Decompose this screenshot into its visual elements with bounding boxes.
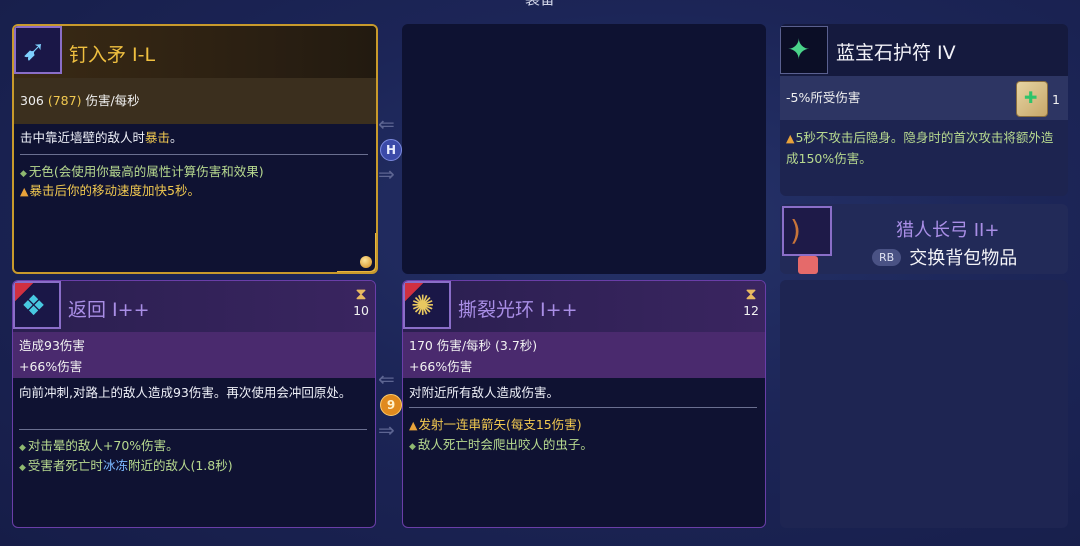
dps-unit: 伤害/每秒 (85, 93, 140, 108)
amulet-title: 蓝宝石护符 IV (836, 42, 956, 64)
swap-action[interactable]: RB 交换背包物品 (872, 244, 1017, 270)
hourglass-icon: ⧗ (355, 284, 367, 303)
swap-skills-badge[interactable]: 9 (380, 394, 402, 416)
skill-title: 撕裂光环 I++ (458, 299, 578, 321)
aura-skill-icon: ✺ (403, 281, 451, 329)
effect-line: ▲暴击后你的移动速度加快5秒。 (20, 181, 370, 201)
empty-slot-panel (780, 280, 1068, 528)
swap-item-card[interactable]: ) 猎人长弓 II+ RB 交换背包物品 (780, 204, 1068, 274)
desc-suffix: 。 (170, 130, 183, 145)
star-bullet-icon: ▲ (786, 132, 795, 145)
arrow-right-icon: ⇒ (378, 418, 395, 442)
divider (20, 154, 368, 155)
green-bullet-icon: ◆ (409, 442, 416, 452)
cooldown: ⧗ 10 (353, 284, 369, 319)
skill-title: 返回 I++ (68, 299, 150, 321)
desc-prefix: 击中靠近墙壁的敌人时 (20, 130, 146, 145)
return-skill-icon: ❖ (13, 281, 61, 329)
effect-text: 敌人死亡时会爬出咬人的虫子。 (417, 437, 593, 452)
effect-text: 发射一连串箭矢(每支15伤害) (418, 417, 582, 432)
divider (19, 429, 367, 430)
green-bullet-icon: ◆ (19, 463, 26, 473)
weapon-description: 击中靠近墙壁的敌人时暴击。 (20, 128, 368, 147)
arrow-left-icon: ⇐ (378, 367, 395, 391)
amulet-card[interactable]: ✦ 蓝宝石护符 IV -5%所受伤害 1 ▲5秒不攻击后隐身。隐身时的首次攻击将… (780, 24, 1068, 196)
scroll-count: 1 (1052, 92, 1060, 107)
desc-keyword: 暴击 (145, 130, 171, 145)
cooldown: ⧗ 12 (743, 284, 759, 319)
effect-keyword: 冰冻 (102, 458, 128, 473)
skill-stats: 170 伤害/每秒 (3.7秒) +66%伤害 (403, 332, 765, 378)
cooldown-value: 10 (353, 303, 369, 318)
dps-value: 306 (20, 93, 44, 108)
backpack-tag-icon (798, 256, 818, 274)
divider (409, 407, 757, 408)
scroll-icon (1016, 81, 1048, 117)
effect-text: 后你的移动速度加快5秒。 (54, 183, 200, 198)
effect-line: ◆ 敌人死亡时会爬出咬人的虫子。 (409, 435, 759, 457)
rb-button-icon: RB (872, 249, 902, 266)
skill-description: 对附近所有敌人造成伤害。 (409, 385, 560, 400)
skill-stats: 造成93伤害 +66%伤害 (13, 332, 375, 378)
effect-text: 5秒不攻击后隐身。隐身时的首次攻击将额外造成150%伤害。 (786, 130, 1054, 166)
stat-line: 170 伤害/每秒 (3.7秒) (409, 338, 538, 353)
swap-label: 交换背包物品 (909, 248, 1018, 269)
weapon-title: 钉入矛 I-L (69, 44, 156, 66)
stat-line: +66%伤害 (409, 359, 473, 374)
effect-keyword: 暴击 (29, 183, 55, 198)
skill-left-card[interactable]: ❖ 返回 I++ ⧗ 10 造成93伤害 +66%伤害 向前冲刺,对路上的敌人造… (12, 280, 376, 528)
longbow-icon: ) (782, 206, 832, 256)
skill-description: 向前冲刺,对路上的敌人造成93伤害。再次使用会冲回原处。 (19, 385, 352, 400)
star-bullet-icon: ▲ (20, 185, 29, 198)
green-bullet-icon: ◆ (20, 169, 27, 179)
effect-text: 对击晕的敌人+70%伤害。 (27, 438, 179, 453)
star-bullet-icon: ▲ (409, 419, 418, 432)
weapon-dps: 306 (787) 伤害/每秒 (14, 78, 376, 124)
amulet-icon: ✦ (780, 26, 828, 74)
spear-icon: ➹ (14, 26, 62, 74)
swap-item-title: 猎人长弓 II+ (896, 220, 1000, 241)
arrow-right-icon: ⇒ (378, 162, 395, 186)
selection-frame-corner (337, 233, 376, 272)
cooldown-value: 12 (743, 303, 759, 318)
hourglass-icon: ⧗ (745, 284, 757, 303)
dps-bonus: (787) (47, 93, 82, 108)
effect-text: 无色(会使用你最高的属性计算伤害和效果) (28, 164, 264, 179)
skill-right-card[interactable]: ✺ 撕裂光环 I++ ⧗ 12 170 伤害/每秒 (3.7秒) +66%伤害 … (402, 280, 766, 528)
screen-title: 装备 (500, 0, 580, 8)
amulet-effect: ▲5秒不攻击后隐身。隐身时的首次攻击将额外造成150%伤害。 (786, 128, 1062, 169)
effect-line: ◆ 对击晕的敌人+70%伤害。 (19, 436, 369, 458)
swap-weapons-badge[interactable]: H (380, 139, 402, 161)
gold-orb-icon (360, 256, 372, 268)
stat-line: 造成93伤害 (19, 338, 85, 353)
effect-text: 附近的敌人(1.8秒) (127, 458, 233, 473)
stat-line: +66%伤害 (19, 359, 83, 374)
primary-weapon-card[interactable]: ➹ 钉入矛 I-L 306 (787) 伤害/每秒 击中靠近墙壁的敌人时暴击。 … (12, 24, 378, 274)
green-bullet-icon: ◆ (19, 443, 26, 453)
arrow-left-icon: ⇐ (378, 112, 395, 136)
effect-text: 受害者死亡时 (27, 458, 103, 473)
effect-line: ◆ 受害者死亡时冰冻附近的敌人(1.8秒) (19, 456, 369, 478)
effect-line: ▲发射一连串箭矢(每支15伤害) (409, 415, 759, 435)
empty-weapon-slot[interactable] (402, 24, 766, 274)
